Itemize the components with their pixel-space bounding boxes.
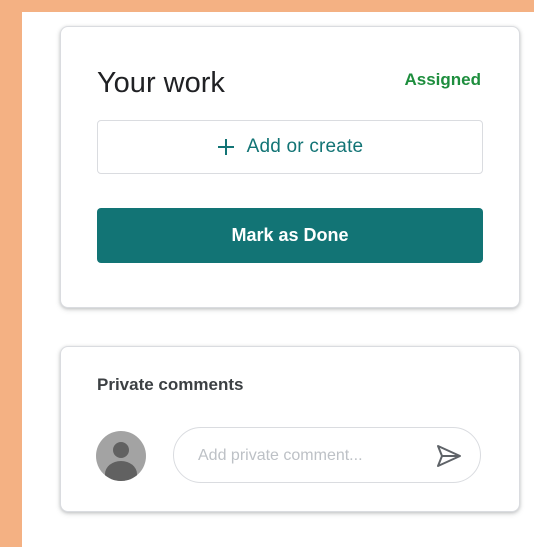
add-or-create-button[interactable]: Add or create (97, 120, 483, 174)
frame-left-border (0, 0, 22, 547)
your-work-card: Your work Assigned Add or create Mark as… (60, 26, 520, 308)
send-icon[interactable] (436, 444, 462, 468)
mark-as-done-button[interactable]: Mark as Done (97, 208, 483, 263)
mark-as-done-label: Mark as Done (231, 225, 349, 245)
private-comments-title: Private comments (97, 375, 244, 394)
user-avatar (96, 431, 146, 481)
private-comments-card: Private comments Add private comment... (60, 346, 520, 512)
comment-placeholder: Add private comment... (198, 447, 363, 464)
person-icon-head (113, 442, 129, 458)
add-or-create-label: Add or create (246, 136, 364, 157)
person-icon-body (105, 461, 137, 481)
frame-top-border (0, 0, 534, 12)
private-comment-input[interactable]: Add private comment... (173, 427, 481, 483)
your-work-title: Your work (97, 67, 225, 99)
assignment-status: Assigned (404, 70, 481, 89)
plus-icon (217, 138, 235, 156)
